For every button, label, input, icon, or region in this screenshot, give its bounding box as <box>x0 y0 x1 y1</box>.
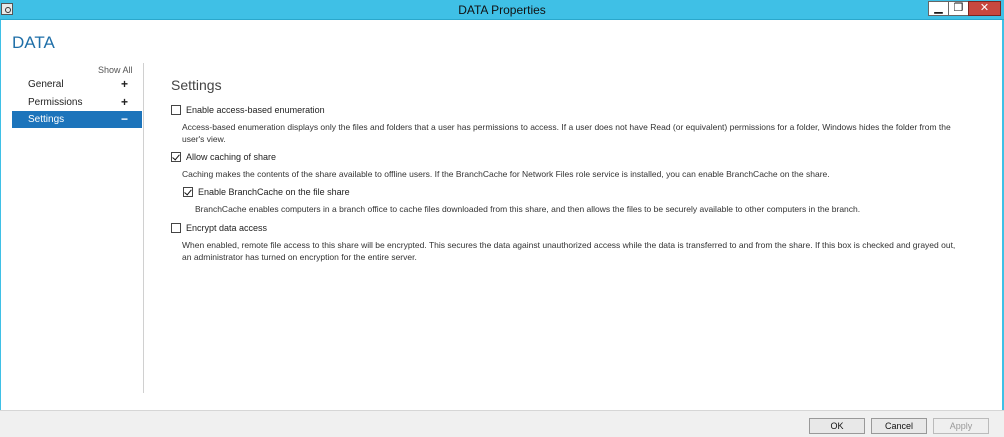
page-title: DATA <box>12 33 55 52</box>
enable-branchcache-checkbox[interactable] <box>183 187 193 197</box>
expand-icon[interactable]: + <box>121 76 128 93</box>
title-bar[interactable]: DATA Properties ▁ ❐ ✕ <box>0 0 1004 20</box>
cancel-button[interactable]: Cancel <box>871 418 927 434</box>
nav-item-label: Permissions <box>28 97 83 108</box>
checkbox-label: Allow caching of share <box>186 152 277 162</box>
window-border <box>0 20 1004 437</box>
nav-divider <box>143 63 144 393</box>
description-line: When enabled, remote file access to this… <box>182 240 956 250</box>
allow-caching-row[interactable]: Allow caching of share <box>171 152 276 162</box>
collapse-icon[interactable]: − <box>121 111 128 128</box>
access-based-enumeration-checkbox[interactable] <box>171 105 181 115</box>
checkbox-label: Encrypt data access <box>186 223 268 233</box>
restore-button[interactable]: ❐ <box>948 1 969 16</box>
option-description: Access-based enumeration displays only t… <box>182 121 992 145</box>
description-line: Caching makes the contents of the share … <box>182 169 830 179</box>
nav-item-general[interactable]: General + <box>12 76 142 93</box>
nav-item-settings[interactable]: Settings − <box>12 111 142 128</box>
checkbox-label: Enable BranchCache on the file share <box>198 187 350 197</box>
encrypt-data-access-checkbox[interactable] <box>171 223 181 233</box>
apply-button[interactable]: Apply <box>933 418 989 434</box>
allow-caching-checkbox[interactable] <box>171 152 181 162</box>
nav-item-label: Settings <box>28 114 65 125</box>
access-based-enumeration-row[interactable]: Enable access-based enumeration <box>171 105 325 115</box>
enable-branchcache-row[interactable]: Enable BranchCache on the file share <box>183 187 350 197</box>
minimize-button[interactable]: ▁ <box>928 1 949 16</box>
window-title: DATA Properties <box>458 3 546 17</box>
description-line: user's view. <box>182 134 226 144</box>
nav-item-permissions[interactable]: Permissions + <box>12 94 142 111</box>
nav-item-label: General <box>28 79 64 90</box>
ok-button[interactable]: OK <box>809 418 865 434</box>
option-description: BranchCache enables computers in a branc… <box>195 203 995 215</box>
close-button[interactable]: ✕ <box>968 1 1001 16</box>
description-line: Access-based enumeration displays only t… <box>182 122 951 132</box>
encrypt-data-access-row[interactable]: Encrypt data access <box>171 223 267 233</box>
checkbox-label: Enable access-based enumeration <box>186 105 325 115</box>
show-all-link[interactable]: Show All <box>98 65 133 75</box>
section-title: Settings <box>171 77 222 93</box>
expand-icon[interactable]: + <box>121 94 128 111</box>
option-description: Caching makes the contents of the share … <box>182 168 992 180</box>
option-description: When enabled, remote file access to this… <box>182 239 992 263</box>
description-line: BranchCache enables computers in a branc… <box>195 204 861 214</box>
description-line: an administrator has turned on encryptio… <box>182 252 417 262</box>
